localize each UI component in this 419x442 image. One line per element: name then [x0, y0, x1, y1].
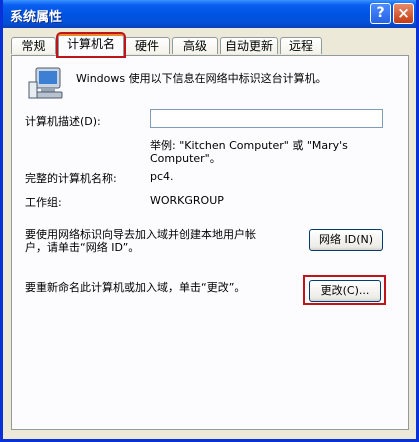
close-button[interactable]: × [393, 3, 414, 24]
computer-icon [28, 67, 63, 99]
window-title: 系统属性 [10, 10, 63, 25]
workgroup-value: WORKGROUP [150, 194, 224, 207]
full-name-value: pc4. [150, 170, 174, 183]
tab-computer-name[interactable]: 计算机名 [56, 32, 126, 58]
tab-advanced[interactable]: 高级 [172, 37, 218, 54]
intro-text: Windows 使用以下信息在网络中标识这台计算机。 [76, 72, 327, 85]
system-properties-window: 系统属性 ? × 常规 计算机名 硬件 高级 自动更新 远程 Windows 使… [0, 0, 419, 442]
tab-automatic-updates[interactable]: 自动更新 [220, 37, 278, 54]
title-bar[interactable]: 系统属性 ? × [3, 0, 416, 28]
network-id-text-line2: 户，请单击“网络 ID”。 [25, 241, 140, 254]
rename-text: 要重新命名此计算机或加入域，单击“更改”。 [25, 281, 246, 294]
tab-general[interactable]: 常规 [11, 37, 56, 54]
network-id-button[interactable]: 网络 ID(N) [309, 229, 383, 251]
tab-hardware[interactable]: 硬件 [124, 37, 170, 54]
full-name-label: 完整的计算机名称: [25, 172, 117, 185]
change-button-highlight [303, 275, 386, 305]
example-text-line2: Computer"。 [150, 152, 221, 165]
computer-name-panel: Windows 使用以下信息在网络中标识这台计算机。 计算机描述(D): 举例:… [11, 55, 409, 430]
computer-description-input[interactable] [150, 109, 383, 128]
tab-remote[interactable]: 远程 [280, 37, 322, 54]
tab-strip: 常规 计算机名 硬件 高级 自动更新 远程 [11, 32, 411, 58]
description-label: 计算机描述(D): [25, 115, 101, 128]
help-button[interactable]: ? [370, 3, 391, 24]
workgroup-label: 工作组: [25, 196, 62, 209]
